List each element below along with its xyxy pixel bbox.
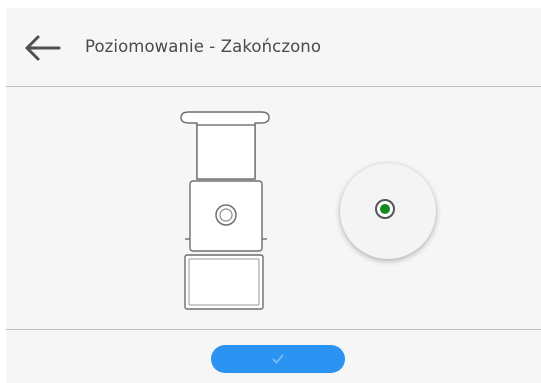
page-title: Poziomowanie - Zakończono: [85, 37, 322, 56]
level-indicator: [340, 163, 436, 259]
arrow-left-icon: [25, 35, 61, 61]
footer-bar: [6, 329, 541, 383]
balance-scale-icon: [176, 109, 270, 311]
level-ok-indicator: [380, 204, 390, 214]
main-content: [6, 87, 541, 329]
checkmark-icon: [272, 354, 284, 364]
confirm-button[interactable]: [211, 345, 345, 373]
leveling-screen: Poziomowanie - Zakończono: [6, 8, 541, 383]
header-bar: Poziomowanie - Zakończono: [6, 8, 541, 87]
back-button[interactable]: [18, 28, 64, 68]
level-bubble-icon: [375, 199, 395, 219]
